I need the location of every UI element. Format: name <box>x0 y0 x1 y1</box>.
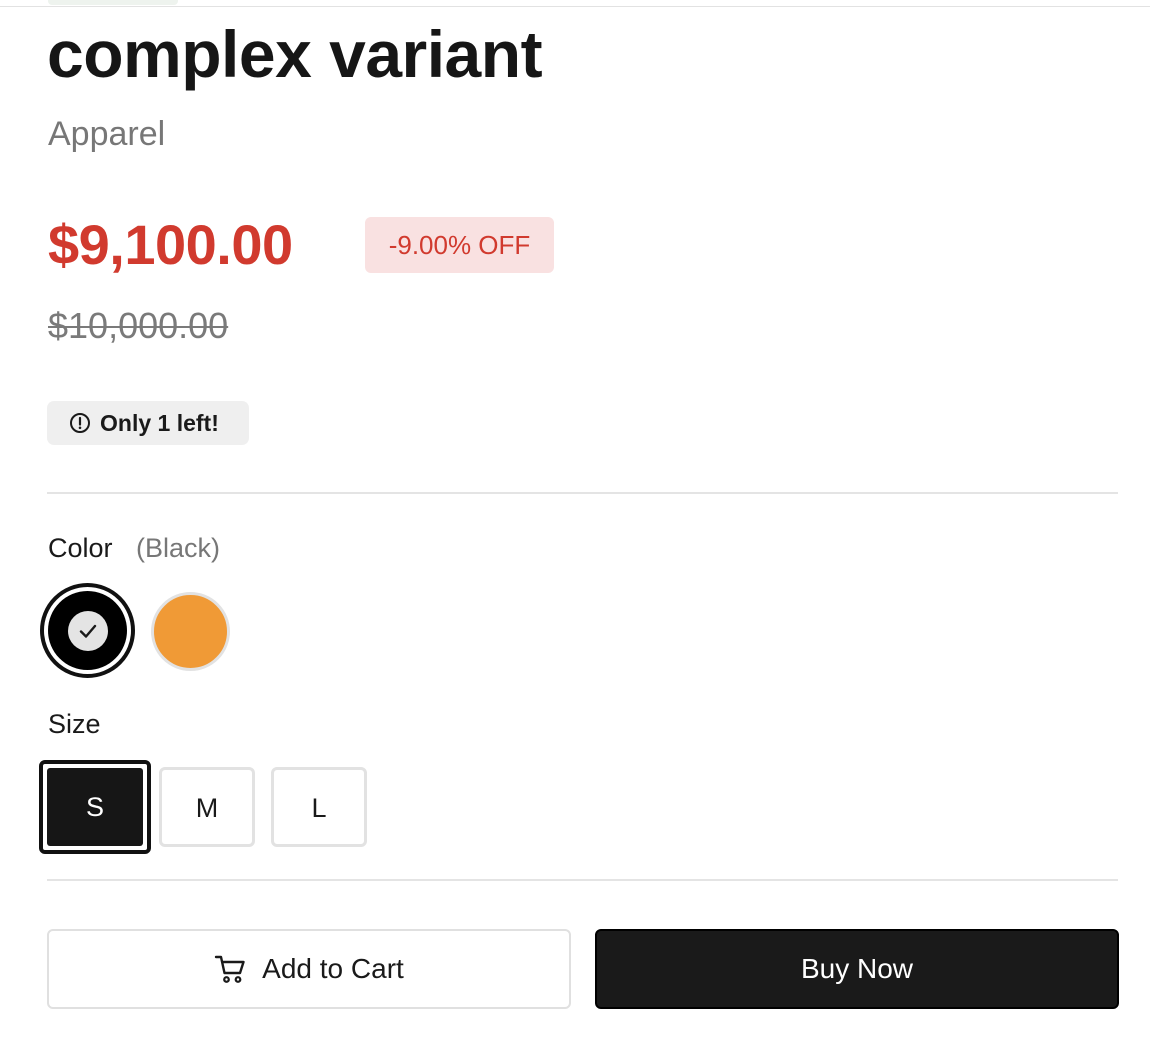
section-divider <box>47 492 1118 494</box>
top-divider <box>0 6 1150 7</box>
buy-now-button[interactable]: Buy Now <box>595 929 1119 1009</box>
alert-circle-icon <box>70 413 90 433</box>
stock-message: Only 1 left! <box>100 409 219 436</box>
selected-color-value: (Black) <box>136 533 221 563</box>
discount-badge: -9.00% OFF <box>365 217 554 273</box>
stock-badge: Only 1 left! <box>47 401 249 445</box>
top-accent-bar <box>48 0 178 5</box>
original-price: $10,000.00 <box>48 305 229 346</box>
swatch-fill <box>48 591 127 670</box>
product-category: Apparel <box>48 115 166 153</box>
size-button-s[interactable]: S <box>39 760 151 854</box>
color-swatch-orange[interactable] <box>151 592 230 671</box>
size-button-m[interactable]: M <box>159 767 255 847</box>
section-divider <box>47 879 1118 881</box>
size-button-l[interactable]: L <box>271 767 367 847</box>
color-option-label: Color <box>48 533 113 563</box>
selected-check-badge <box>67 610 108 651</box>
check-icon <box>79 624 96 638</box>
add-to-cart-label: Add to Cart <box>262 953 404 984</box>
size-option-label: Size <box>48 709 101 739</box>
buy-now-label: Buy Now <box>800 953 914 984</box>
add-to-cart-button[interactable]: Add to Cart <box>47 929 571 1009</box>
product-title: complex variant <box>47 17 543 91</box>
color-swatch-black[interactable] <box>40 583 135 678</box>
cart-icon <box>214 955 245 983</box>
size-label: S <box>47 768 143 846</box>
current-price: $9,100.00 <box>48 213 293 276</box>
